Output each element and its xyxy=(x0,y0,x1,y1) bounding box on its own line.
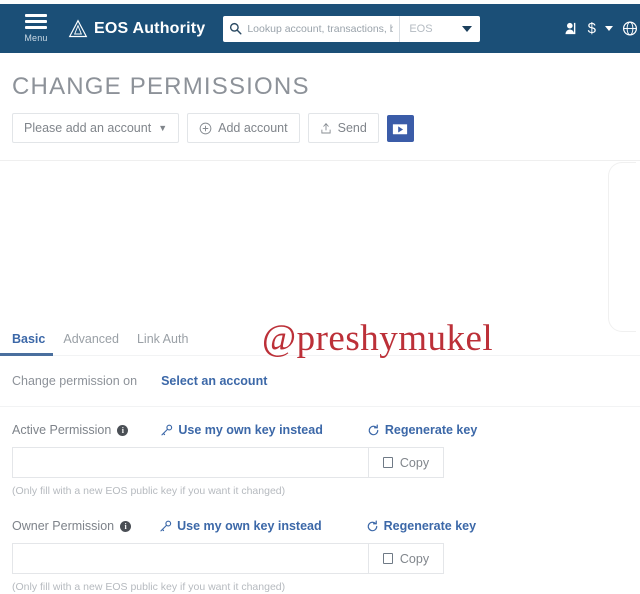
owner-copy-button[interactable]: Copy xyxy=(368,543,444,574)
owner-regenerate-key-link[interactable]: Regenerate key xyxy=(366,519,476,533)
app-root: Menu EOS Authority EOS xyxy=(0,0,640,594)
change-permission-on-label: Change permission on xyxy=(12,374,138,388)
navbar-right-group: $ xyxy=(564,4,640,53)
owner-use-own-key-label: Use my own key instead xyxy=(177,519,322,533)
key-icon xyxy=(161,424,173,435)
person-icon[interactable] xyxy=(564,21,579,36)
send-label: Send xyxy=(337,121,367,135)
pyramid-logo-icon xyxy=(68,18,88,37)
owner-copy-label: Copy xyxy=(399,551,430,566)
add-account-label: Add account xyxy=(218,121,288,135)
brand-name: EOS Authority xyxy=(94,19,206,37)
account-select-button[interactable]: Please add an account ▼ xyxy=(12,113,180,143)
globe-icon[interactable] xyxy=(622,20,638,37)
search-box[interactable] xyxy=(223,15,401,42)
card-right-edge xyxy=(608,162,636,332)
tab-advanced-label: Advanced xyxy=(63,332,119,346)
tab-link-auth-label: Link Auth xyxy=(136,332,189,346)
info-icon[interactable]: i xyxy=(117,424,129,436)
chevron-down-icon xyxy=(462,25,473,32)
tab-basic-label: Basic xyxy=(12,332,46,346)
video-play-window-icon xyxy=(392,120,409,136)
owner-permission-header: Owner Permission i Use my own key instea… xyxy=(12,519,640,533)
top-navbar: Menu EOS Authority EOS xyxy=(0,4,640,53)
owner-permission-title: Owner Permission xyxy=(12,519,115,533)
owner-key-row: Copy xyxy=(12,543,444,574)
video-tutorial-button[interactable] xyxy=(386,114,414,142)
tab-link-auth[interactable]: Link Auth xyxy=(137,332,206,355)
active-key-row: Copy xyxy=(12,447,444,478)
search-icon xyxy=(230,22,242,35)
active-copy-label: Copy xyxy=(399,455,430,470)
chain-select-value: EOS xyxy=(409,22,433,35)
owner-key-hint: (Only fill with a new EOS public key if … xyxy=(12,581,286,593)
chevron-down-icon: ▼ xyxy=(158,123,168,133)
owner-permission-block: Owner Permission i Use my own key instea… xyxy=(0,497,640,593)
toolbar: Please add an account ▼ Add account Send xyxy=(0,101,640,143)
upload-share-icon xyxy=(321,122,331,133)
account-select-label: Please add an account xyxy=(24,121,152,135)
active-regenerate-key-link[interactable]: Regenerate key xyxy=(367,423,477,437)
copy-icon xyxy=(382,553,393,564)
change-permission-on-row: Change permission on Select an account xyxy=(0,356,640,388)
refresh-icon xyxy=(367,519,377,531)
active-permission-title: Active Permission xyxy=(12,423,112,437)
search-input[interactable] xyxy=(247,22,394,35)
select-account-link[interactable]: Select an account xyxy=(161,374,267,388)
key-icon xyxy=(160,520,172,531)
active-key-input[interactable] xyxy=(12,447,368,478)
tab-advanced[interactable]: Advanced xyxy=(63,332,137,355)
brand-logo[interactable]: EOS Authority xyxy=(68,18,206,39)
chain-select[interactable]: EOS xyxy=(400,15,481,42)
page-title: CHANGE PERMISSIONS xyxy=(12,73,310,100)
add-account-button[interactable]: Add account xyxy=(187,113,300,143)
search-group: EOS xyxy=(223,15,481,42)
active-permission-header: Active Permission i Use my own key inste… xyxy=(12,423,640,437)
plus-circle-icon xyxy=(199,122,212,134)
owner-key-input[interactable] xyxy=(12,543,368,574)
active-use-own-key-label: Use my own key instead xyxy=(178,423,323,437)
permissions-card: @preshymukel xyxy=(0,162,640,359)
refresh-icon xyxy=(368,423,379,435)
owner-regenerate-key-label: Regenerate key xyxy=(383,519,477,533)
active-use-own-key-link[interactable]: Use my own key instead xyxy=(160,423,323,437)
tab-basic[interactable]: Basic xyxy=(0,332,63,356)
copy-icon xyxy=(382,457,393,468)
menu-label: Menu xyxy=(24,33,48,43)
info-icon[interactable]: i xyxy=(120,520,132,532)
currency-label[interactable]: $ xyxy=(588,20,596,37)
hamburger-icon xyxy=(25,14,47,32)
tab-bar: Basic Advanced Link Auth xyxy=(0,332,640,356)
currency-chevron-down-icon[interactable] xyxy=(605,26,613,31)
toolbar-divider xyxy=(0,160,640,161)
menu-button[interactable]: Menu xyxy=(12,14,60,43)
active-key-hint: (Only fill with a new EOS public key if … xyxy=(12,485,286,497)
active-copy-button[interactable]: Copy xyxy=(368,447,444,478)
active-permission-block: Active Permission i Use my own key inste… xyxy=(0,407,640,497)
owner-use-own-key-link[interactable]: Use my own key instead xyxy=(159,519,322,533)
send-button[interactable]: Send xyxy=(307,113,379,143)
active-regenerate-key-label: Regenerate key xyxy=(384,423,478,437)
